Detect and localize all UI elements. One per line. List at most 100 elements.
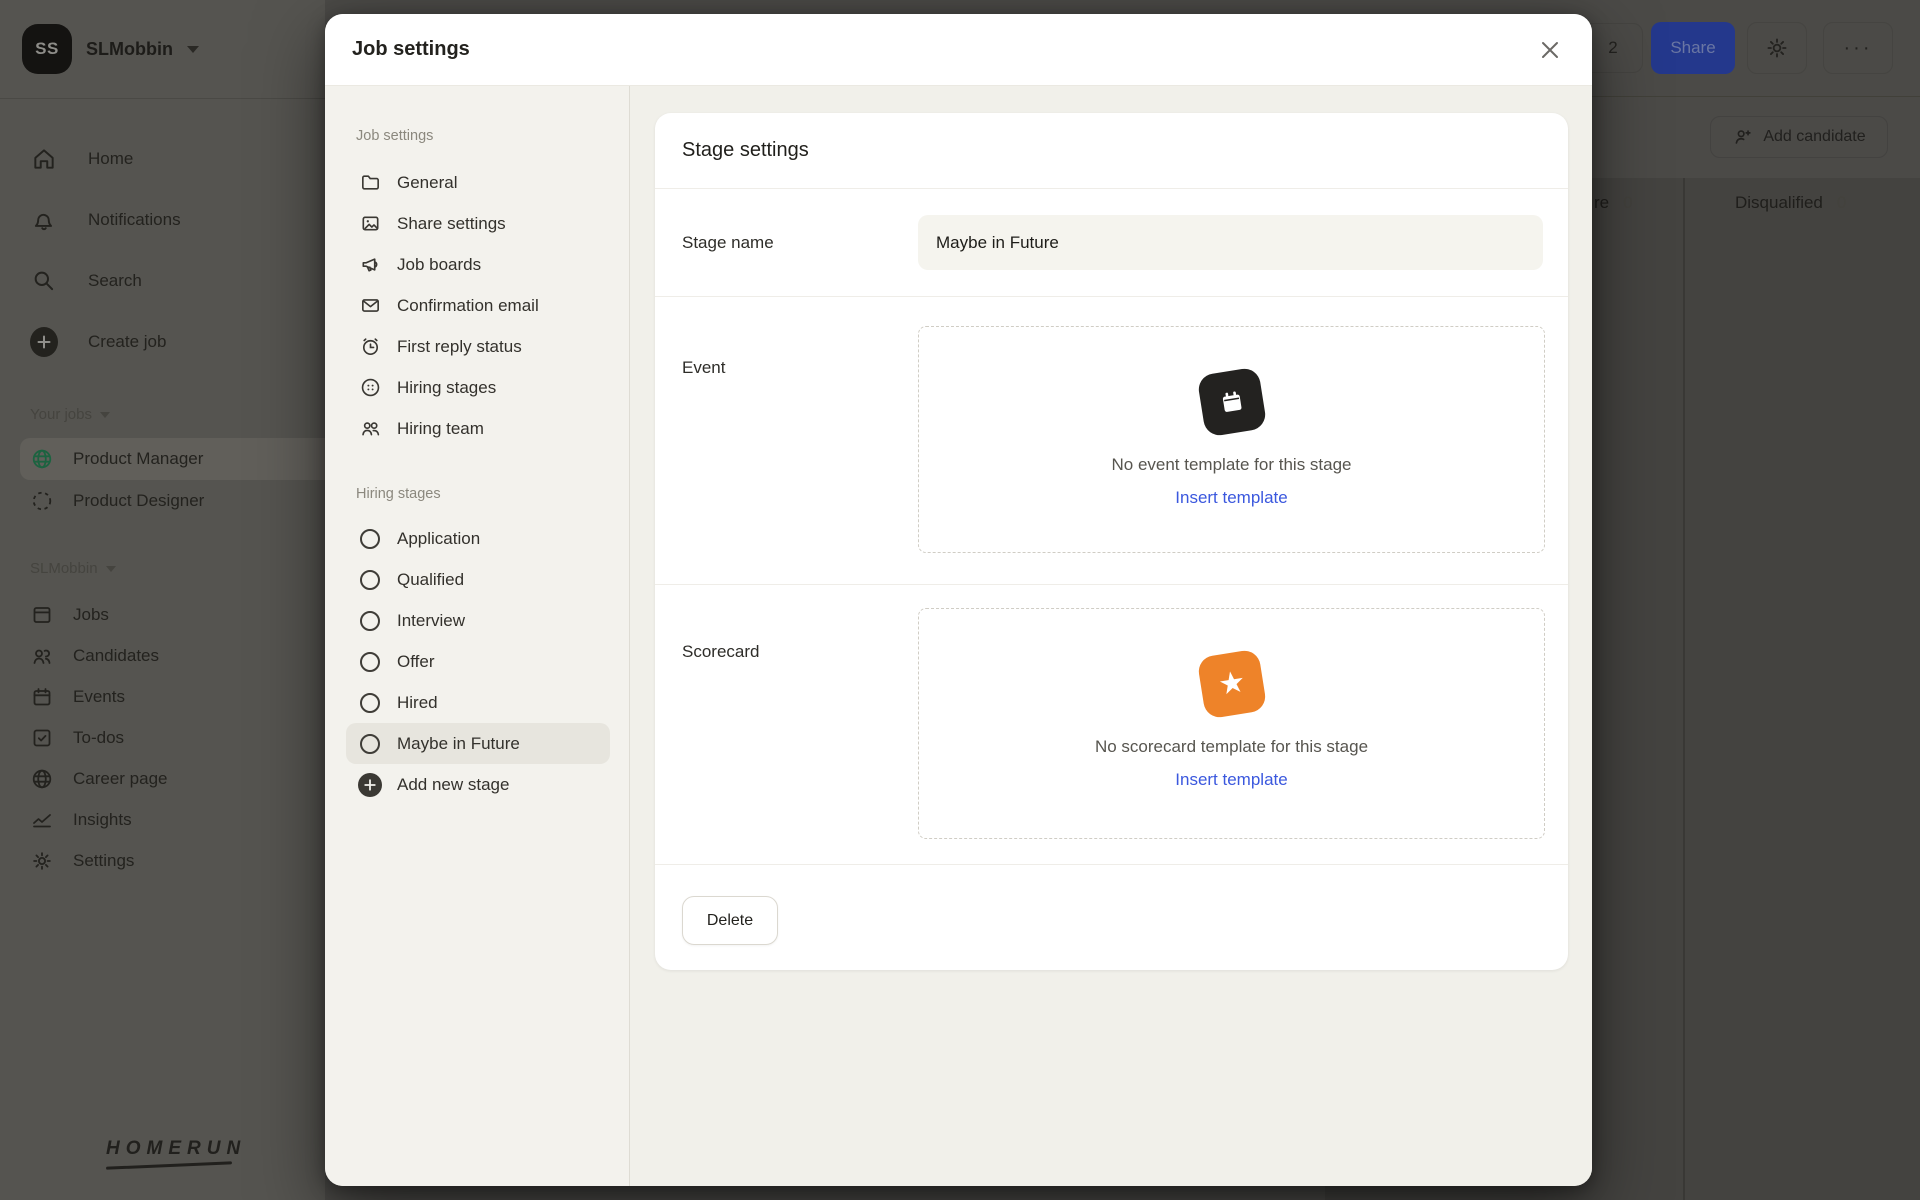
delete-stage-button[interactable]: Delete [682, 896, 778, 945]
sidebar-item-label: Product Manager [73, 449, 203, 469]
your-jobs-label: Your jobs [30, 406, 92, 423]
sidebar-item-label: Product Designer [73, 491, 204, 511]
scorecard-label: Scorecard [682, 642, 759, 662]
sidebar-job-product-manager[interactable]: Product Manager [0, 438, 325, 480]
more-options-button[interactable]: ··· [1823, 22, 1893, 74]
job-count-chip[interactable]: 2 [1583, 23, 1643, 73]
stage-name-label: Stage name [682, 189, 774, 296]
sidebar-item-label: To-dos [73, 728, 124, 748]
stage-item-label: Qualified [397, 570, 464, 590]
sidebar-item-todos[interactable]: To-dos [0, 717, 325, 758]
card-header: Stage settings [655, 113, 1568, 188]
share-button[interactable]: Share [1651, 22, 1735, 74]
event-calendar-icon [1196, 367, 1267, 438]
sidebar-item-career-page[interactable]: Career page [0, 758, 325, 799]
job-settings-gear-button[interactable] [1747, 22, 1807, 74]
kanban-column-header: Disqualified 0 [1735, 193, 1846, 213]
sidebar-item-search[interactable]: Search [0, 250, 325, 311]
stage-name-input[interactable] [918, 215, 1543, 270]
sidebar-item-notifications[interactable]: Notifications [0, 189, 325, 250]
nav-item-label: Hiring stages [397, 378, 496, 398]
org-section[interactable]: SLMobbin [30, 560, 116, 577]
scorecard-star-icon: ★ [1196, 649, 1267, 720]
nav-section-label: Hiring stages [356, 486, 441, 502]
sidebar-item-settings[interactable]: Settings [0, 840, 325, 881]
stage-item-label: Maybe in Future [397, 734, 520, 754]
scorecard-template-dropzone: ★ No scorecard template for this stage I… [918, 608, 1545, 839]
stage-item-interview[interactable]: Interview [346, 600, 610, 641]
column-label: Disqualified [1735, 193, 1823, 213]
modal-main: Stage settings Stage name Event No event… [630, 86, 1592, 1186]
nav-item-job-boards[interactable]: Job boards [325, 244, 630, 285]
stage-item-maybe-in-future-selected[interactable]: Maybe in Future [346, 723, 610, 764]
workspace-name: SLMobbin [86, 39, 173, 60]
share-button-label: Share [1670, 38, 1715, 58]
event-row: Event No event template for this stage I… [655, 296, 1568, 584]
calendar-icon [30, 685, 54, 709]
scorecard-insert-template-link[interactable]: Insert template [1175, 770, 1287, 790]
team-icon [358, 417, 382, 441]
folder-icon [358, 171, 382, 195]
alarm-clock-icon [358, 335, 382, 359]
sidebar-item-jobs[interactable]: Jobs [0, 594, 325, 635]
scorecard-empty-text: No scorecard template for this stage [1095, 737, 1368, 757]
chevron-down-icon [106, 566, 116, 572]
sidebar-item-insights[interactable]: Insights [0, 799, 325, 840]
your-jobs-section[interactable]: Your jobs [30, 406, 110, 423]
nav-item-general[interactable]: General [325, 162, 630, 203]
sidebar-item-home[interactable]: Home [0, 128, 325, 189]
stage-settings-card: Stage settings Stage name Event No event… [655, 113, 1568, 970]
close-icon [1539, 39, 1561, 61]
sidebar-item-label: Search [88, 271, 142, 291]
globe-icon [30, 767, 54, 791]
stage-item-qualified[interactable]: Qualified [346, 559, 610, 600]
sidebar-item-label: Events [73, 687, 125, 707]
person-plus-icon [1732, 126, 1754, 148]
sidebar-item-events[interactable]: Events [0, 676, 325, 717]
nav-item-first-reply-status[interactable]: First reply status [325, 326, 630, 367]
nav-item-hiring-team[interactable]: Hiring team [325, 408, 630, 449]
scorecard-row: Scorecard ★ No scorecard template for th… [655, 584, 1568, 864]
add-new-stage-button[interactable]: Add new stage [346, 764, 610, 805]
column-divider [1683, 178, 1685, 1200]
column-count: 0 [1837, 193, 1846, 213]
sidebar-job-product-designer[interactable]: Product Designer [0, 480, 325, 522]
nav-item-label: Job boards [397, 255, 481, 275]
card-footer: Delete [655, 864, 1568, 970]
modal-header: Job settings [325, 14, 1592, 86]
stage-circle-icon [358, 691, 382, 715]
stage-circle-icon [358, 650, 382, 674]
job-settings-modal: Job settings Job settings General Share … [325, 14, 1592, 1186]
close-button[interactable] [1530, 30, 1570, 70]
event-label: Event [682, 358, 725, 378]
stage-item-hired[interactable]: Hired [346, 682, 610, 723]
sidebar-item-create-job[interactable]: Create job [0, 311, 325, 372]
nav-item-hiring-stages[interactable]: Hiring stages [325, 367, 630, 408]
event-template-dropzone: No event template for this stage Insert … [918, 326, 1545, 553]
add-candidate-button[interactable]: Add candidate [1710, 116, 1888, 158]
stage-circle-icon [358, 568, 382, 592]
add-candidate-label: Add candidate [1763, 128, 1865, 146]
app-sidebar: SS SLMobbin Home Notifications Search Cr… [0, 0, 325, 1200]
sidebar-item-label: Settings [73, 851, 134, 871]
nav-item-share-settings[interactable]: Share settings [325, 203, 630, 244]
homerun-logo-underline [106, 1161, 232, 1169]
stage-item-offer[interactable]: Offer [346, 641, 610, 682]
nav-item-confirmation-email[interactable]: Confirmation email [325, 285, 630, 326]
stage-circle-icon [358, 732, 382, 756]
sidebar-item-label: Home [88, 149, 133, 169]
workspace-switcher[interactable]: SS SLMobbin [22, 24, 199, 74]
gear-icon [30, 849, 54, 873]
chevron-down-icon [100, 412, 110, 418]
homerun-logo: HOMERUN [106, 1138, 246, 1167]
event-insert-template-link[interactable]: Insert template [1175, 488, 1287, 508]
plus-circle-icon [358, 773, 382, 797]
sidebar-item-candidates[interactable]: Candidates [0, 635, 325, 676]
stage-item-label: Offer [397, 652, 434, 672]
chart-line-icon [30, 808, 54, 832]
card-title: Stage settings [682, 139, 809, 162]
stage-circle-icon [358, 527, 382, 551]
nav-section-label: Job settings [356, 128, 433, 144]
workspace-initials: SS [35, 39, 59, 59]
stage-item-application[interactable]: Application [346, 518, 610, 559]
